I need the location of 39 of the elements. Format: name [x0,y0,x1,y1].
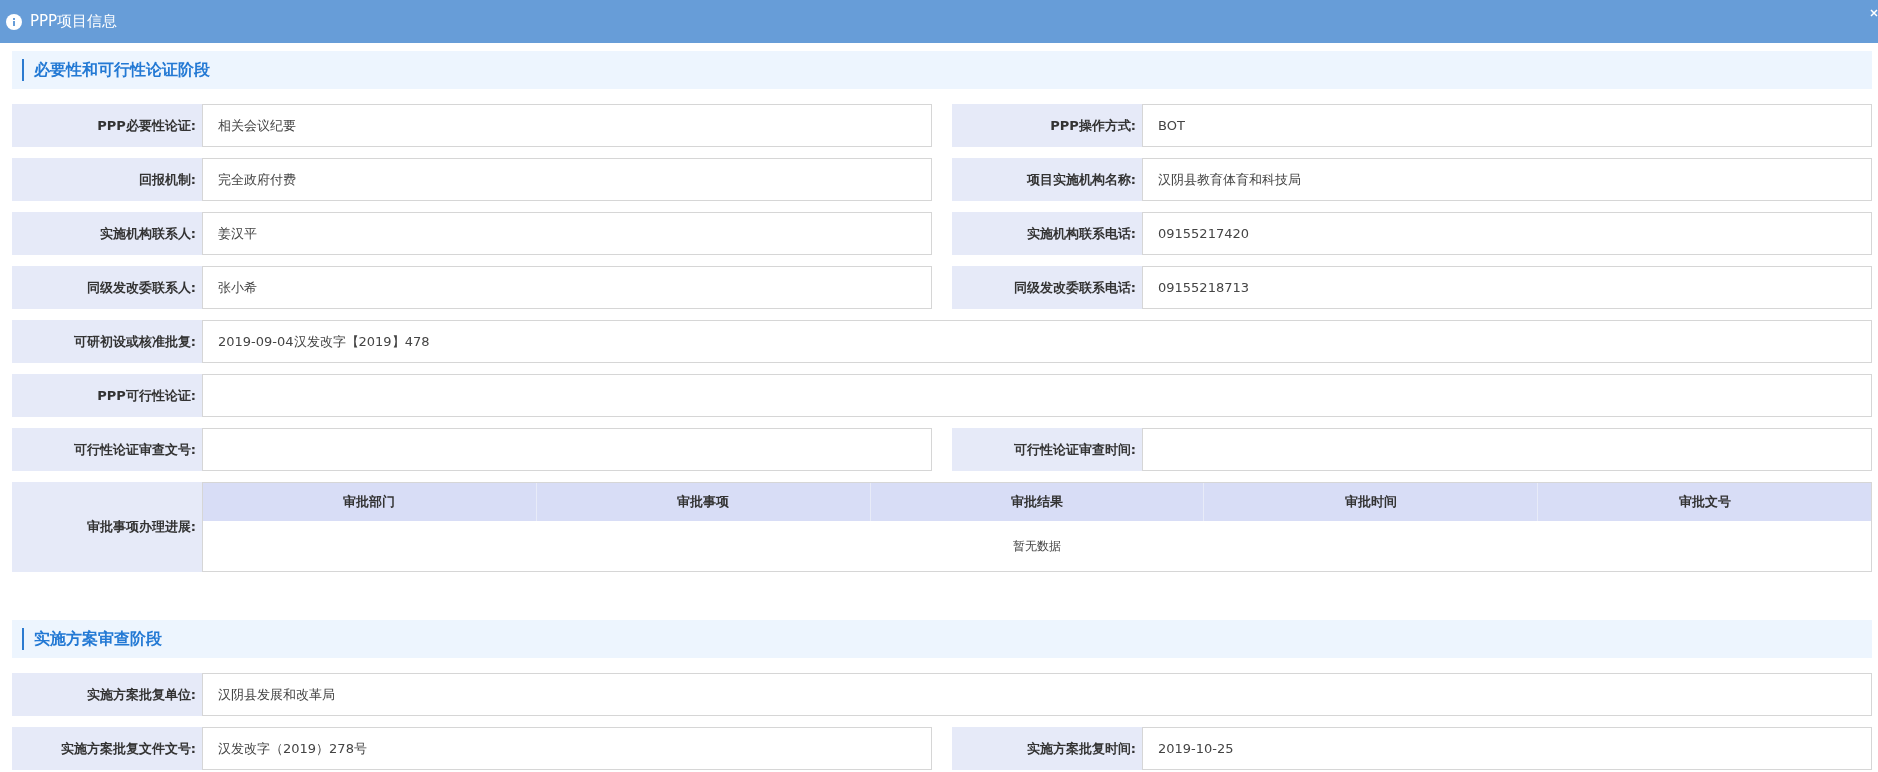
field-value: 姜汉平 [202,212,932,255]
field-label: 实施方案批复文件文号: [12,727,202,770]
column-header: 审批时间 [1204,483,1539,521]
field-value: 张小希 [202,266,932,309]
field-label: 回报机制: [12,158,202,201]
section-title: 实施方案审查阶段 [22,628,162,650]
field-value: 2019-09-04汉发改字【2019】478 [202,320,1872,363]
field-label: 实施机构联系人: [12,212,202,255]
field-value: 09155218713 [1142,266,1872,309]
field-label: 同级发改委联系电话: [952,266,1142,309]
field-value: 汉阴县发展和改革局 [202,673,1872,716]
field-label: 同级发改委联系人: [12,266,202,309]
field-label: PPP可行性论证: [12,374,202,417]
empty-message: 暂无数据 [1013,537,1061,555]
column-header: 审批部门 [203,483,537,521]
column-header: 审批文号 [1677,493,1732,511]
field-label: 可研初设或核准批复: [12,320,202,363]
field-value: 汉发改字（2019）278号 [202,727,932,770]
field-value: BOT [1142,104,1872,147]
window-title: PPP项目信息 [30,12,118,31]
section-title: 必要性和可行性论证阶段 [22,59,210,81]
field-value: 09155217420 [1142,212,1872,255]
field-value: 相关会议纪要 [202,104,932,147]
field-label: PPP必要性论证: [12,104,202,147]
field-label: 审批事项办理进展: [12,482,202,572]
field-value: 2019-10-25 [1142,727,1872,770]
field-label: 实施方案批复单位: [12,673,202,716]
field-label: 实施方案批复时间: [952,727,1142,770]
field-label: PPP操作方式: [952,104,1142,147]
field-value: 汉阴县教育体育和科技局 [1142,158,1872,201]
close-icon[interactable] [1870,8,1878,18]
field-label: 可行性论证审查时间: [952,428,1142,471]
field-label: 实施机构联系电话: [952,212,1142,255]
info-icon [6,13,22,30]
field-label: 可行性论证审查文号: [12,428,202,471]
field-value: 完全政府付费 [202,158,932,201]
column-header: 审批事项 [536,483,871,521]
field-label: 项目实施机构名称: [952,158,1142,201]
column-header: 审批结果 [870,483,1205,521]
